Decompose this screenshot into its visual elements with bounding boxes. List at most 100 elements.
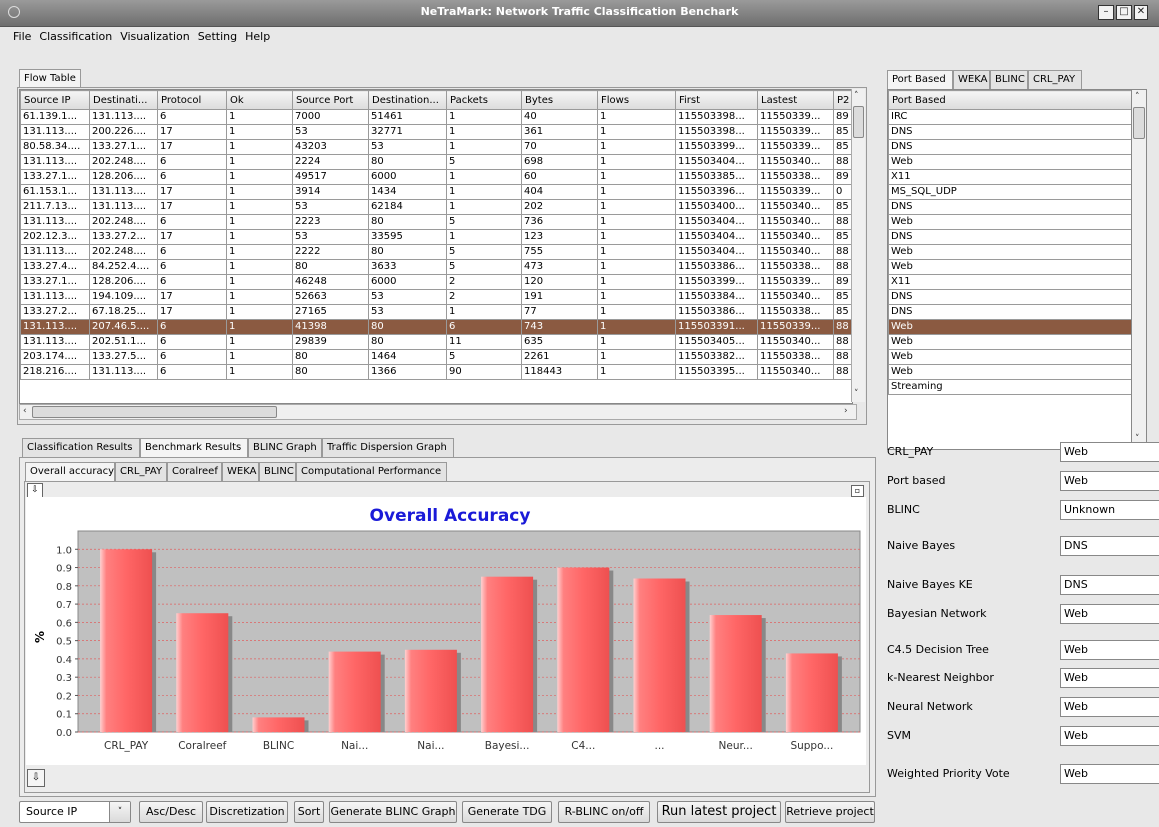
scroll-up-icon[interactable]: ˄ (854, 91, 859, 101)
tab-crl-pay[interactable]: CRL_PAY (1028, 70, 1082, 89)
column-header[interactable]: Packets (446, 90, 522, 110)
column-header[interactable]: Bytes (521, 90, 598, 110)
list-item[interactable]: Web (888, 349, 1132, 365)
minimize-button[interactable]: – (1098, 5, 1114, 20)
table-row[interactable]: 133.27.2... 67.18.25... 17 1 27165 53 1 77 1 1155… (20, 304, 852, 320)
column-header[interactable]: Source Port (292, 90, 369, 110)
table-row[interactable]: 131.113.... 207.46.5.... 6 1 41398 80 6 743 1 115… (20, 319, 852, 335)
result-value-field[interactable]: Unknown (1060, 500, 1159, 520)
tab-weka[interactable]: WEKA (953, 70, 990, 89)
vscroll-thumb[interactable] (1133, 107, 1145, 139)
vscroll-thumb[interactable] (853, 106, 864, 138)
result-value-field[interactable]: Web (1060, 471, 1159, 491)
scroll-up-icon[interactable]: ˄ (1135, 92, 1140, 102)
scroll-right-icon[interactable]: › (844, 406, 848, 416)
port-based-header[interactable]: Port Based (888, 90, 1132, 110)
run-latest-project-button[interactable]: Run latest project (657, 801, 781, 823)
table-row[interactable]: 211.7.13... 131.113.... 17 1 53 62184 1 202 1 115… (20, 199, 852, 215)
chevron-down-icon[interactable]: ˅ (109, 802, 130, 822)
table-row[interactable]: 203.174.... 133.27.5... 6 1 80 1464 5 2261 1 1155… (20, 349, 852, 365)
generate-tdg-button[interactable]: Generate TDG (462, 801, 552, 823)
column-header[interactable]: Destinati... (89, 90, 158, 110)
table-row[interactable]: 131.113.... 202.248.... 6 1 2224 80 5 698 1 11550… (20, 154, 852, 170)
table-row[interactable]: 133.27.4... 84.252.4.... 6 1 80 3633 5 473 1 1155… (20, 259, 852, 275)
list-item[interactable]: DNS (888, 304, 1132, 320)
result-value-field[interactable]: Web (1060, 697, 1159, 717)
menu-help[interactable]: Help (241, 27, 274, 46)
export-icon[interactable]: ⇩ (27, 769, 45, 787)
port-list-vscrollbar[interactable]: ˄ ˅ (1131, 89, 1147, 450)
menu-classification[interactable]: Classification (35, 27, 116, 46)
tab-benchmark-results[interactable]: Benchmark Results (140, 438, 248, 457)
tab-crl-pay-bench[interactable]: CRL_PAY (115, 462, 167, 481)
tab-blinc-bench[interactable]: BLINC (259, 462, 296, 481)
table-row[interactable]: 80.58.34.... 133.27.1... 17 1 43203 53 1 70 1 115… (20, 139, 852, 155)
list-item[interactable]: Web (888, 259, 1132, 275)
table-row[interactable]: 61.139.1... 131.113.... 6 1 7000 51461 1 40 1 115… (20, 109, 852, 125)
result-value-field[interactable]: Web (1060, 764, 1159, 784)
table-row[interactable]: 131.113.... 200.226.... 17 1 53 32771 1 361 1 115… (20, 124, 852, 140)
column-header[interactable]: Lastest (757, 90, 834, 110)
column-header[interactable]: First (675, 90, 758, 110)
tab-blinc-graph[interactable]: BLINC Graph (248, 438, 322, 457)
table-row[interactable]: 131.113.... 202.51.1... 6 1 29839 80 11 635 1 115… (20, 334, 852, 350)
tab-blinc[interactable]: BLINC (990, 70, 1028, 89)
sort-column-combo[interactable]: Source IP ˅ (19, 801, 131, 823)
result-value-field[interactable]: Web (1060, 640, 1159, 660)
column-header[interactable]: Source IP (20, 90, 90, 110)
column-header[interactable]: Destination... (368, 90, 447, 110)
close-button[interactable]: ✕ (1134, 5, 1148, 20)
list-item[interactable]: Web (888, 214, 1132, 230)
rblinc-toggle-button[interactable]: R-BLINC on/off (558, 801, 650, 823)
sort-button[interactable]: Sort (294, 801, 324, 823)
tab-weka-bench[interactable]: WEKA (222, 462, 259, 481)
list-item[interactable]: DNS (888, 124, 1132, 140)
column-header[interactable]: P2 (833, 90, 852, 110)
list-item[interactable]: DNS (888, 289, 1132, 305)
result-value-field[interactable]: Web (1060, 668, 1159, 688)
discretization-button[interactable]: Discretization (206, 801, 288, 823)
tab-port-based[interactable]: Port Based (887, 70, 953, 89)
table-row[interactable]: 202.12.3... 133.27.2... 17 1 53 33595 1 123 1 115… (20, 229, 852, 245)
restore-icon[interactable]: ▫ (851, 485, 864, 497)
result-value-field[interactable]: Web (1060, 604, 1159, 624)
retrieve-project-button[interactable]: Retrieve project (785, 801, 875, 823)
scroll-down-icon[interactable]: ˅ (854, 389, 859, 399)
result-value-field[interactable]: DNS (1060, 536, 1159, 556)
generate-blinc-graph-button[interactable]: Generate BLINC Graph (329, 801, 457, 823)
tab-overall-accuracy[interactable]: Overall accuracy (25, 462, 115, 481)
menu-file[interactable]: File (0, 27, 35, 46)
column-header[interactable]: Protocol (157, 90, 227, 110)
menu-visualization[interactable]: Visualization (116, 27, 193, 46)
list-item[interactable]: Web (888, 244, 1132, 260)
tab-computational-performance[interactable]: Computational Performance (296, 462, 447, 481)
table-row[interactable]: 131.113.... 194.109.... 17 1 52663 53 2 191 1 115… (20, 289, 852, 305)
list-item[interactable]: MS_SQL_UDP (888, 184, 1132, 200)
flow-table-vscrollbar[interactable]: ˄ ˅ (851, 89, 865, 402)
list-item[interactable]: IRC (888, 109, 1132, 125)
table-row[interactable]: 133.27.1... 128.206.... 6 1 49517 6000 1 60 1 115… (20, 169, 852, 185)
result-value-field[interactable]: Web (1060, 442, 1159, 462)
tab-classification-results[interactable]: Classification Results (22, 438, 140, 457)
list-item[interactable]: Web (888, 364, 1132, 380)
list-item[interactable]: X11 (888, 169, 1132, 185)
table-row[interactable]: 133.27.1... 128.206.... 6 1 46248 6000 2 120 1 11… (20, 274, 852, 290)
tab-coralreef[interactable]: Coralreef (167, 462, 222, 481)
list-item[interactable]: DNS (888, 229, 1132, 245)
scroll-left-icon[interactable]: ‹ (23, 406, 27, 416)
menu-setting[interactable]: Setting (194, 27, 241, 46)
list-item[interactable]: Web (888, 334, 1132, 350)
asc-desc-button[interactable]: Asc/Desc (139, 801, 203, 823)
table-row[interactable]: 61.153.1... 131.113.... 17 1 3914 1434 1 404 1 11… (20, 184, 852, 200)
list-item[interactable]: X11 (888, 274, 1132, 290)
column-header[interactable]: Ok (226, 90, 293, 110)
flow-table-hscrollbar[interactable]: ‹ › (19, 404, 857, 420)
list-item[interactable]: Web (888, 154, 1132, 170)
maximize-button[interactable]: □ (1116, 5, 1132, 20)
tab-traffic-dispersion-graph[interactable]: Traffic Dispersion Graph (322, 438, 454, 457)
table-row[interactable]: 218.216.... 131.113.... 6 1 80 1366 90 118443 1 1… (20, 364, 852, 380)
list-item[interactable]: DNS (888, 199, 1132, 215)
list-item[interactable]: Streaming (888, 379, 1132, 395)
list-item[interactable]: Web (888, 319, 1132, 335)
result-value-field[interactable]: DNS (1060, 575, 1159, 595)
